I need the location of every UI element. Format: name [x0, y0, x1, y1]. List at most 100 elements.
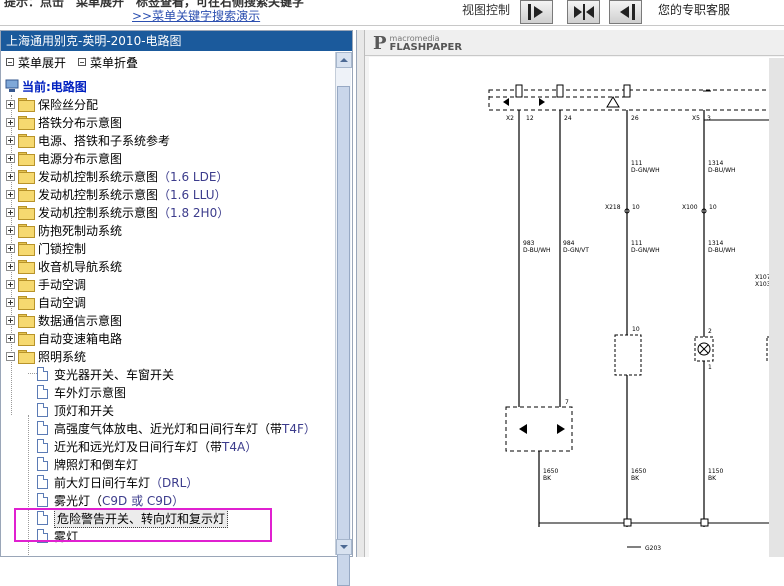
tree-subitem-exterior-lamps[interactable]: 车外灯示意图: [37, 383, 126, 401]
page-icon: [37, 439, 48, 453]
tree-subitem-hid-t4f[interactable]: 高强度气体放电、近光灯和日间行车灯（带 T4F）: [37, 419, 316, 437]
tree-item-radio-nav[interactable]: 收音机导航系统: [6, 257, 122, 275]
pin-label: 2: [708, 328, 712, 335]
support-label[interactable]: 您的专职客服: [658, 1, 730, 18]
folder-icon: [18, 170, 35, 184]
folder-icon: [18, 242, 35, 256]
expand-plus-icon[interactable]: [6, 117, 15, 127]
splice-icon: [700, 518, 709, 527]
expand-plus-icon[interactable]: [6, 99, 15, 109]
scroll-down-button[interactable]: [336, 539, 352, 555]
expand-plus-icon[interactable]: [6, 297, 15, 307]
connector-label: X5: [692, 115, 700, 122]
tree-item-label: 发动机控制系统示意图: [38, 187, 159, 202]
arrow-right-icon: [539, 98, 545, 106]
tree-subitem-dome-lamp[interactable]: 顶灯和开关: [37, 401, 114, 419]
tree-root[interactable]: 当前:电路图: [5, 77, 87, 95]
tree-item-power-dist[interactable]: 电源分布示意图: [6, 149, 122, 167]
fuse-icon: [623, 84, 631, 98]
wire-color-label: D-BU/WH: [708, 167, 736, 174]
tree-item-door-lock[interactable]: 门锁控制: [6, 239, 86, 257]
wiring-diagram[interactable]: X2 12 24 26 X5 3 111 D-GN/WH 1314 D-BU/W…: [369, 57, 784, 557]
menu-collapse-label: 菜单折叠: [90, 55, 139, 70]
tree-item-auto-ac[interactable]: 自动空调: [6, 293, 86, 311]
selection-highlight-box: [14, 508, 272, 542]
pin-label: 1: [708, 364, 712, 371]
connector-label: 3: [707, 115, 711, 122]
tree-item-transmission[interactable]: 自动变速箱电路: [6, 329, 122, 347]
wire-circuit-label: 111: [631, 240, 643, 247]
split-arrows-icon: [574, 4, 594, 20]
tree-subitem-fog-lamp-c9d[interactable]: 雾光灯（ C9D 或 C9D）: [37, 491, 184, 509]
expand-plus-icon[interactable]: [6, 279, 15, 289]
tree-item-label: 收音机导航系统: [38, 259, 123, 274]
wire-color-label: D-GN/WH: [631, 167, 660, 174]
tree-item-power-ref[interactable]: 电源、搭铁和子系统参考: [6, 131, 170, 149]
wire-circuit-label: 984: [563, 240, 575, 247]
split-view-button[interactable]: [567, 0, 600, 24]
menu-expand-button[interactable]: 菜单展开: [6, 54, 66, 71]
diagram-module-box: [488, 89, 784, 111]
tree-item-label: 防抱死制动系统: [38, 223, 123, 238]
expand-left-panel-button[interactable]: [520, 0, 553, 24]
tree-item-ground[interactable]: 搭铁分布示意图: [6, 113, 122, 131]
expand-controls: 菜单展开 菜单折叠: [1, 51, 352, 73]
tree-item-label: 顶灯和开关: [54, 403, 115, 418]
expand-plus-icon[interactable]: [6, 243, 15, 253]
expand-right-panel-button[interactable]: [609, 0, 642, 24]
wire-circuit-label: 1650: [631, 468, 646, 475]
page-icon: [37, 421, 48, 435]
flashpaper-header: P macromedia FLASHPAPER: [365, 30, 784, 56]
document-title: 上海通用别克-英明-2010-电路图: [1, 31, 352, 51]
expand-plus-icon[interactable]: [6, 171, 15, 181]
hazard-switch-box: [614, 334, 642, 376]
collapse-minus-icon[interactable]: [6, 351, 15, 361]
tree-subitem-dimmer-switch[interactable]: 变光器开关、车窗开关: [37, 365, 174, 383]
inline-connector-label: X218: [605, 204, 621, 211]
expand-plus-icon[interactable]: [6, 261, 15, 271]
search-demo-link[interactable]: >>菜单关键字搜索演示: [132, 7, 260, 24]
tree-item-data-comm[interactable]: 数据通信示意图: [6, 311, 122, 329]
expand-plus-icon[interactable]: [6, 135, 15, 145]
tree-item-label: 雾光灯（: [54, 493, 103, 508]
expand-plus-icon[interactable]: [6, 225, 15, 235]
ground-label: G203: [645, 545, 661, 552]
viewer-scrollbar[interactable]: [769, 58, 784, 557]
fuse-icon: [556, 84, 564, 98]
tree-item-label: 电源、搭铁和子系统参考: [38, 133, 171, 148]
tree-item-fuse[interactable]: 保险丝分配: [6, 95, 98, 113]
tree-item-engine-lde[interactable]: 发动机控制系统示意图 （1.6 LDE）: [6, 167, 228, 185]
expand-plus-icon[interactable]: [6, 153, 15, 163]
arrow-left-icon: [503, 98, 509, 106]
tree-item-label: 车外灯示意图: [54, 385, 127, 400]
tree-subitem-drl[interactable]: 前大灯日间行车灯 （DRL）: [37, 473, 198, 491]
tree-item-engine-llu[interactable]: 发动机控制系统示意图 （1.6 LLU）: [6, 185, 226, 203]
expand-plus-icon[interactable]: [6, 315, 15, 325]
tree-item-engine-2h0[interactable]: 发动机控制系统示意图 （1.8 2H0）: [6, 203, 229, 221]
folder-icon: [18, 278, 35, 292]
folder-icon: [18, 134, 35, 148]
menu-collapse-button[interactable]: 菜单折叠: [78, 54, 138, 71]
scroll-thumb[interactable]: [337, 86, 350, 586]
computer-icon: [5, 79, 19, 92]
expand-plus-icon[interactable]: [6, 333, 15, 343]
tree-subitem-license-backup[interactable]: 牌照灯和倒车灯: [37, 455, 138, 473]
menu-scrollbar[interactable]: [335, 52, 352, 586]
arrow-left-icon: [620, 4, 635, 20]
wire-color-label: D-BU/WH: [708, 247, 736, 254]
tree-item-suffix: （1.6 LLU）: [158, 187, 227, 202]
scroll-up-button[interactable]: [336, 52, 352, 68]
tree-item-lighting[interactable]: 照明系统: [6, 347, 86, 365]
tree-item-abs[interactable]: 防抱死制动系统: [6, 221, 122, 239]
connector-label: 24: [564, 115, 572, 122]
wire-color-label: D-GN/VT: [563, 247, 589, 254]
tree-subitem-headlamps-t4a[interactable]: 近光和远光灯及日间行车灯（带 T4A）: [37, 437, 257, 455]
folder-icon: [18, 206, 35, 220]
expand-plus-icon[interactable]: [6, 207, 15, 217]
tree-item-label: 近光和远光灯及日间行车灯（带: [54, 439, 223, 454]
expand-plus-icon[interactable]: [6, 189, 15, 199]
tree-item-label: 牌照灯和倒车灯: [54, 457, 139, 472]
tree-item-manual-ac[interactable]: 手动空调: [6, 275, 86, 293]
inline-connector-label: X100: [682, 204, 698, 211]
tree-item-label: 电源分布示意图: [38, 151, 123, 166]
